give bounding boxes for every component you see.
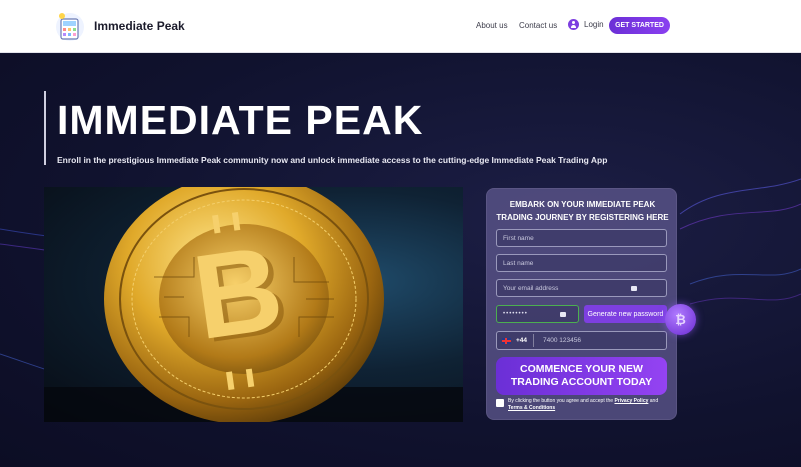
bitcoin-coin-image: B B xyxy=(44,187,463,422)
terms-checkbox[interactable] xyxy=(496,399,504,407)
hero-subtitle: Enroll in the prestigious Immediate Peak… xyxy=(57,155,608,165)
phone-field[interactable]: +44 7400 123456 xyxy=(496,331,667,350)
terms-prefix: By clicking the button you agree and acc… xyxy=(508,398,614,404)
bitcoin-orb-icon: ₿ xyxy=(665,304,696,335)
phone-country-code[interactable]: +44 xyxy=(516,337,527,344)
password-value: •••••••• xyxy=(503,311,528,317)
terms-conditions-link[interactable]: Terms & Conditions xyxy=(508,405,555,411)
privacy-policy-link[interactable]: Privacy Policy xyxy=(614,398,648,404)
nav-contact-us[interactable]: Contact us xyxy=(519,21,557,30)
terms-text: By clicking the button you agree and acc… xyxy=(508,398,668,412)
email-placeholder: Your email address xyxy=(503,284,559,292)
top-navbar: Immediate Peak About us Contact us Login… xyxy=(0,0,801,53)
password-field[interactable]: •••••••• xyxy=(496,305,579,323)
first-name-field[interactable]: First name xyxy=(496,229,667,247)
login-label: Login xyxy=(584,20,604,29)
calculator-logo-icon[interactable] xyxy=(55,10,85,42)
get-started-button[interactable]: GET STARTED xyxy=(609,17,670,34)
title-accent-line xyxy=(44,91,46,165)
hero-title: IMMEDIATE PEAK xyxy=(57,97,424,143)
submit-line-2: TRADING ACCOUNT TODAY xyxy=(510,376,653,388)
registration-form: EMBARK ON YOUR IMMEDIATE PEAK TRADING JO… xyxy=(486,188,677,420)
phone-divider xyxy=(533,334,535,347)
terms-and: and xyxy=(649,398,659,404)
submit-line-1: COMMENCE YOUR NEW xyxy=(520,363,643,375)
user-icon xyxy=(568,19,579,30)
field-icon xyxy=(560,312,566,317)
form-title-line-2: TRADING JOURNEY BY REGISTERING HERE xyxy=(496,213,669,222)
last-name-field[interactable]: Last name xyxy=(496,254,667,272)
form-title-line-1: EMBARK ON YOUR IMMEDIATE PEAK xyxy=(509,200,656,209)
field-icon xyxy=(631,286,637,291)
brand-name[interactable]: Immediate Peak xyxy=(94,19,185,33)
phone-placeholder: 7400 123456 xyxy=(543,337,581,344)
nav-about-us[interactable]: About us xyxy=(476,21,508,30)
uk-flag-icon[interactable] xyxy=(502,337,511,344)
email-field[interactable]: Your email address xyxy=(496,279,667,297)
generate-password-button[interactable]: Generate new password xyxy=(584,305,667,323)
hero-section: IMMEDIATE PEAK Enroll in the prestigious… xyxy=(0,54,801,467)
submit-button[interactable]: COMMENCE YOUR NEW TRADING ACCOUNT TODAY xyxy=(496,357,667,395)
form-title: EMBARK ON YOUR IMMEDIATE PEAK TRADING JO… xyxy=(487,198,678,224)
login-link[interactable]: Login xyxy=(568,19,604,30)
svg-text:B: B xyxy=(186,220,290,365)
